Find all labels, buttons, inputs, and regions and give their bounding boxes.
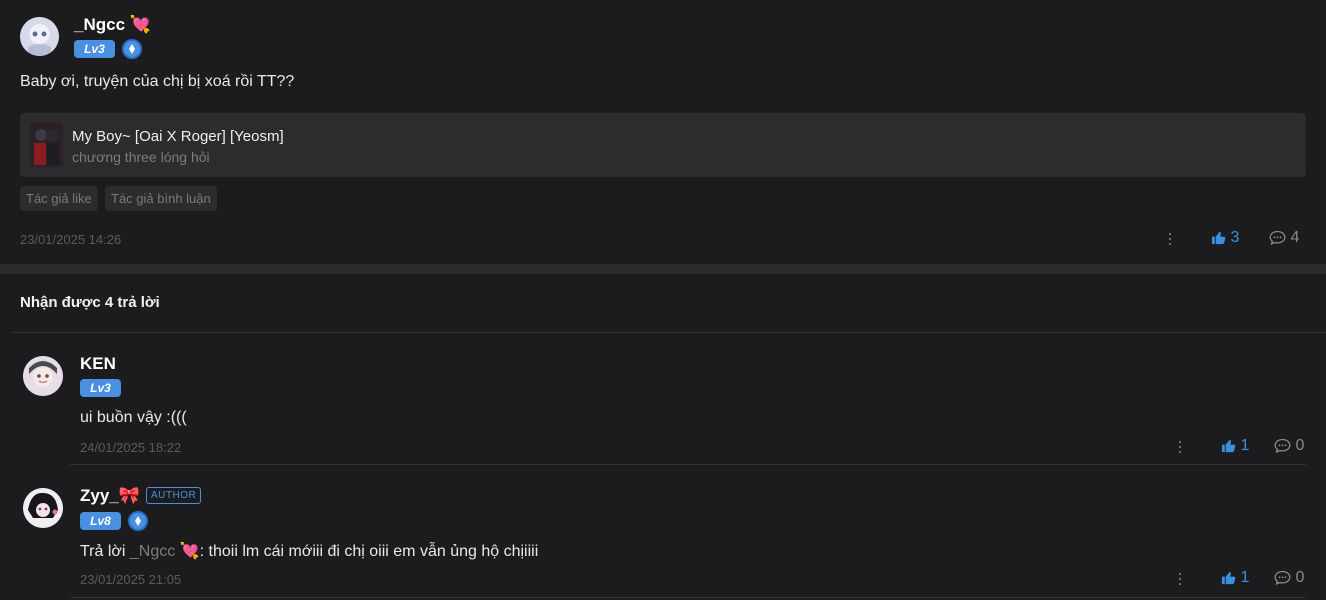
story-card[interactable]: My Boy~ [Oai X Roger] [Yeosm] chương thr… <box>20 113 1306 177</box>
timestamp: 23/01/2025 21:05 <box>80 572 182 587</box>
comment-bubble-icon <box>1274 438 1291 453</box>
username[interactable]: _Ngcc 💘 <box>74 15 151 35</box>
thumbs-up-icon <box>1221 572 1236 585</box>
replies-count-heading: Nhận được 4 trả lời <box>20 294 160 311</box>
timestamp: 23/01/2025 14:26 <box>20 232 122 247</box>
thumbs-up-icon <box>1211 232 1226 245</box>
thumbs-up-icon <box>1221 440 1236 453</box>
more-options-icon[interactable] <box>1178 573 1182 587</box>
story-chapter: chương three lóng hỏi <box>72 149 210 165</box>
username[interactable]: Zyy_🎀 <box>80 486 140 506</box>
more-options-icon[interactable] <box>1178 441 1182 455</box>
like-count: 3 <box>1230 229 1240 246</box>
like-button[interactable]: 1 <box>1221 569 1249 589</box>
comment-count: 4 <box>1290 229 1300 246</box>
tag-author-like: Tác giả like <box>20 186 98 211</box>
divider <box>70 464 1306 465</box>
diamond-icon <box>128 511 148 531</box>
tag-author-comment: Tác giả bình luận <box>105 186 217 211</box>
username[interactable]: KEN <box>80 354 116 374</box>
comment-bubble-icon <box>1274 570 1291 585</box>
reply-button[interactable]: 4 <box>1269 229 1299 249</box>
reply-body: : thoii lm cái mớiii đi chị oiii em vẫn … <box>199 543 539 560</box>
reply-button[interactable]: 0 <box>1274 569 1304 589</box>
level-badge: Lv3 <box>80 379 121 397</box>
avatar[interactable] <box>20 17 59 56</box>
like-count: 1 <box>1240 569 1250 586</box>
main-comment: _Ngcc 💘 Lv3 Baby ơi, truyện của chị bị x… <box>0 0 1326 264</box>
author-badge: AUTHOR <box>146 487 202 504</box>
reply-to-username[interactable]: _Ngcc 💘 <box>130 543 200 560</box>
like-count: 1 <box>1240 437 1250 454</box>
diamond-icon <box>122 39 142 59</box>
comment-count: 0 <box>1295 569 1305 586</box>
avatar[interactable] <box>23 488 63 528</box>
section-divider <box>0 264 1326 274</box>
level-badge: Lv3 <box>74 40 115 58</box>
more-options-icon[interactable] <box>1168 233 1172 247</box>
reply-prefix: Trả lời <box>80 543 130 560</box>
divider <box>12 332 1326 333</box>
like-button[interactable]: 1 <box>1221 437 1249 457</box>
avatar[interactable] <box>23 356 63 396</box>
reply-button[interactable]: 0 <box>1274 437 1304 457</box>
story-cover-image <box>30 123 63 167</box>
comment-bubble-icon <box>1269 230 1286 245</box>
reply-text: ui buồn vậy :((( <box>80 409 187 426</box>
divider <box>70 597 1306 598</box>
comment-text: Baby ơi, truyện của chị bị xoá rồi TT?? <box>20 73 295 90</box>
comment-count: 0 <box>1295 437 1305 454</box>
like-button[interactable]: 3 <box>1211 229 1239 249</box>
timestamp: 24/01/2025 18:22 <box>80 440 182 455</box>
story-title[interactable]: My Boy~ [Oai X Roger] [Yeosm] <box>72 128 284 145</box>
level-badge: Lv8 <box>80 512 121 530</box>
reply-text: Trả lời _Ngcc 💘: thoii lm cái mớiii đi c… <box>80 541 538 561</box>
